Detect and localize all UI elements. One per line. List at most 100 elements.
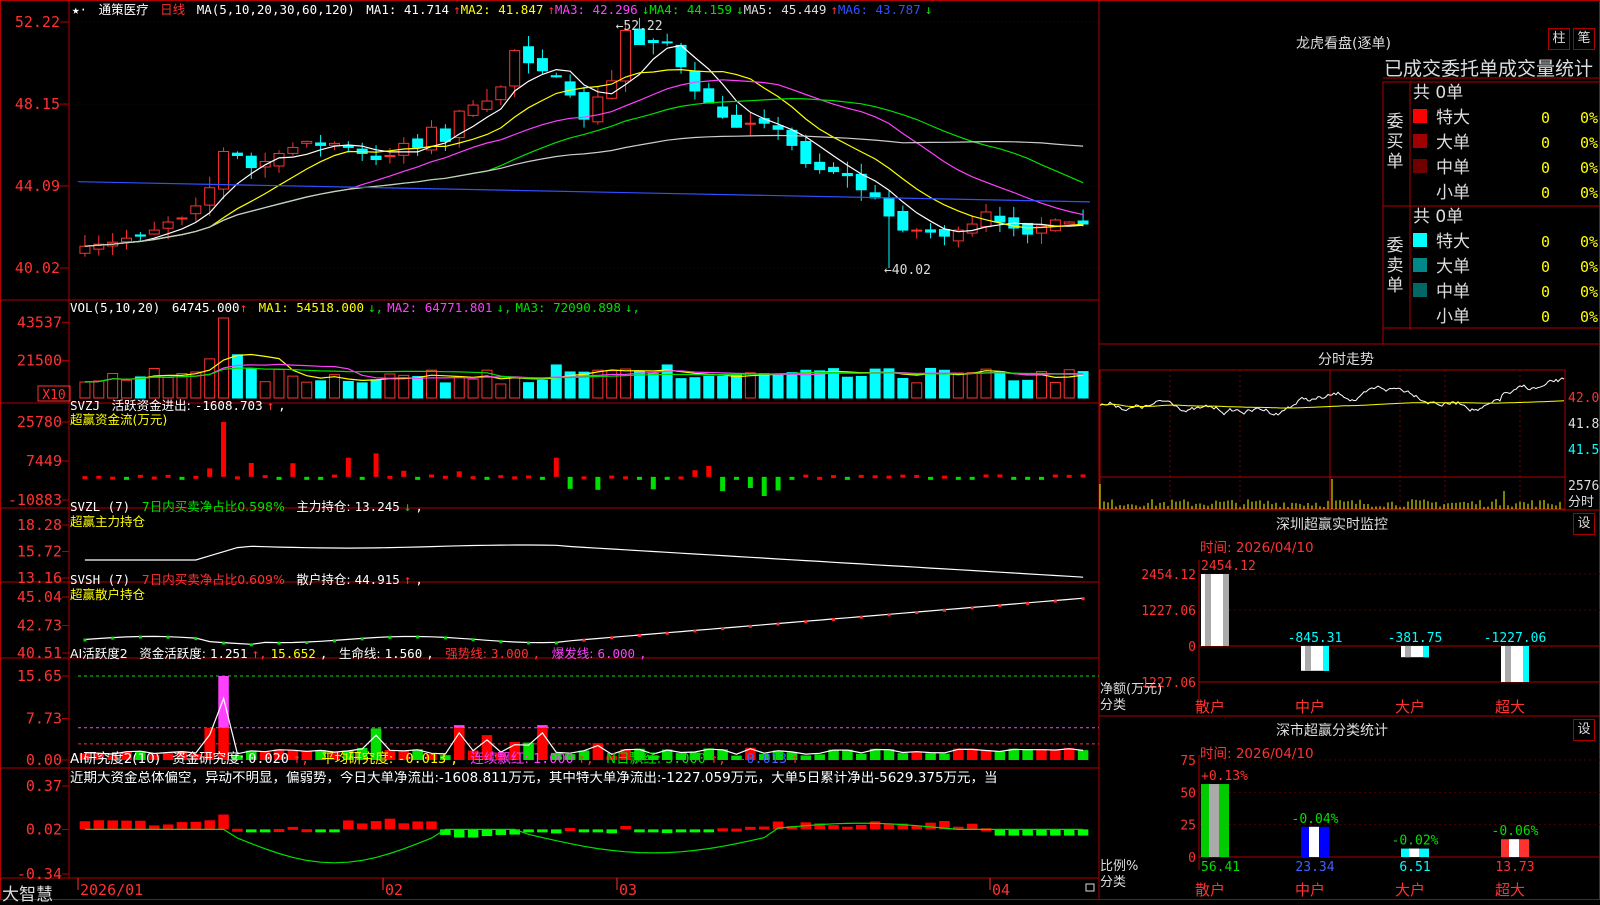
svzj-bar xyxy=(96,475,102,479)
svzj-bar xyxy=(387,475,393,479)
vol-header: VOL(5,10,20) 64745.000↑ MA1: 54518.000 ↓,… xyxy=(70,300,648,315)
svsh-dot xyxy=(915,611,919,615)
sz-monitor-bar-shade xyxy=(1505,646,1511,682)
sell-row-name: 中单 xyxy=(1436,282,1470,302)
ai-research-text: 资金研究度: xyxy=(172,751,245,767)
svzj-bar xyxy=(248,463,254,477)
candle-body xyxy=(717,106,729,118)
stock-name[interactable]: 通策医疗 xyxy=(99,2,149,17)
buy-total: 共 0单 xyxy=(1413,83,1463,103)
svzj-bar xyxy=(1011,476,1017,480)
ai-research-bar xyxy=(994,829,1006,836)
svzj-bar xyxy=(276,476,282,480)
svzj-bar xyxy=(165,474,171,478)
svzj-bar xyxy=(179,476,185,480)
sz-monitor-bar-shade xyxy=(1305,646,1311,671)
svzj-bar xyxy=(595,476,601,490)
sz-monitor-value: -381.75 xyxy=(1388,631,1443,646)
svzj-bar xyxy=(747,476,753,488)
ai-active-bars xyxy=(79,676,1089,760)
low-marker: ←40.02 xyxy=(884,263,931,278)
svsh-dot xyxy=(610,636,614,640)
vol-bar xyxy=(717,375,729,399)
ai-research-bar xyxy=(232,828,243,832)
candle-body xyxy=(495,86,507,101)
svzj-bar xyxy=(1038,476,1044,480)
vol-bar xyxy=(731,374,742,399)
svzj-bar xyxy=(969,476,975,480)
sz-monitor-time: 时间: 2026/04/10 xyxy=(1200,540,1314,556)
sz-class-settings-button[interactable]: 设 xyxy=(1573,719,1595,741)
buy-row-swatch xyxy=(1413,159,1427,173)
sell-row-count: 0 xyxy=(1541,258,1550,276)
ma-value-6: MA6: 43.787 xyxy=(837,2,921,17)
ai-research-bar xyxy=(675,829,687,833)
ai-research-bar xyxy=(301,829,313,833)
sell-row-swatch xyxy=(1413,233,1427,247)
svzj-bar xyxy=(526,475,532,479)
vol-ma-3: MA3: 72090.898 xyxy=(515,300,621,315)
ai-research-bar xyxy=(135,820,146,830)
vol-bar xyxy=(328,374,340,399)
price-tick-label: 40.02 xyxy=(15,259,60,277)
svzj-bar xyxy=(886,475,892,479)
buy-side-label: 买 xyxy=(1387,132,1404,152)
ai-active-bar xyxy=(1036,749,1047,760)
vol-bar xyxy=(952,372,964,399)
ai-research-bar xyxy=(731,828,742,832)
candle-body xyxy=(731,114,742,128)
vol-bar xyxy=(703,375,715,399)
vol-bar xyxy=(550,364,562,399)
ai-research-bar xyxy=(107,820,118,830)
period-label[interactable]: 日线 xyxy=(160,2,185,17)
ai-research-bar xyxy=(1022,829,1033,836)
ai-research-bar xyxy=(1077,829,1089,836)
pen-mode-button[interactable]: 笔 xyxy=(1573,28,1595,50)
ai-research-bar xyxy=(426,821,437,830)
candle-body xyxy=(79,245,91,254)
ai-research-bar xyxy=(412,821,423,830)
ai-research-bar xyxy=(273,829,285,833)
vol-bar xyxy=(342,380,354,399)
ai-research-bar xyxy=(537,829,548,833)
bar-mode-button[interactable]: 柱 xyxy=(1548,28,1570,50)
ai-active-tick-label: 15.65 xyxy=(17,667,62,685)
ai-research-bar xyxy=(121,820,132,830)
sz-class-value: 13.73 xyxy=(1495,860,1534,875)
ai-research-bar xyxy=(717,828,728,832)
svzj-bar xyxy=(484,476,490,480)
svsh-dot xyxy=(388,635,392,639)
ai-active-bar-burst xyxy=(537,725,548,728)
star-icon[interactable]: ★ xyxy=(72,2,80,17)
sz-class-tick: 0 xyxy=(1188,851,1196,866)
kline-header: ★· 通策医疗 日线 MA(5,10,20,30,60,120) MA1: 41… xyxy=(72,2,936,17)
svsh-dot xyxy=(332,639,336,643)
svzj-bar xyxy=(359,476,365,480)
svzj-bar xyxy=(706,465,712,477)
sz-class-change: -0.02% xyxy=(1392,834,1439,849)
candle-body xyxy=(231,152,243,156)
intraday-unit: 分时 xyxy=(1568,495,1594,510)
candle-body xyxy=(384,154,396,157)
sz-monitor-bar-超大 xyxy=(1501,646,1529,682)
sell-side-label: 单 xyxy=(1387,276,1404,296)
svsh-dot xyxy=(138,635,142,639)
svzj-bar xyxy=(733,476,739,480)
svzj-bar xyxy=(110,476,116,480)
vol-bar xyxy=(356,382,368,399)
svzj-bar xyxy=(914,474,920,478)
sz-monitor-settings-button[interactable]: 设 xyxy=(1573,513,1595,535)
svzj-bar xyxy=(345,457,351,477)
svsh-dot xyxy=(305,641,309,645)
svsh-header: SVSH (7) 7日内买卖净占比0.609% 散户持仓: 44.915 ↑, xyxy=(70,572,423,587)
buy-row-count: 0 xyxy=(1541,159,1550,177)
lock-icon xyxy=(1085,883,1095,892)
ai-research-bar xyxy=(79,821,91,830)
candle-body xyxy=(661,41,673,44)
svzj-bar xyxy=(318,476,324,480)
vol-title: VOL(5,10,20) xyxy=(70,300,161,315)
sz-monitor-xlabel: 分类 xyxy=(1100,698,1126,713)
sz-class-change: -0.06% xyxy=(1492,824,1539,839)
svzj-bar xyxy=(1080,474,1086,478)
ai-research-bar xyxy=(370,821,382,830)
